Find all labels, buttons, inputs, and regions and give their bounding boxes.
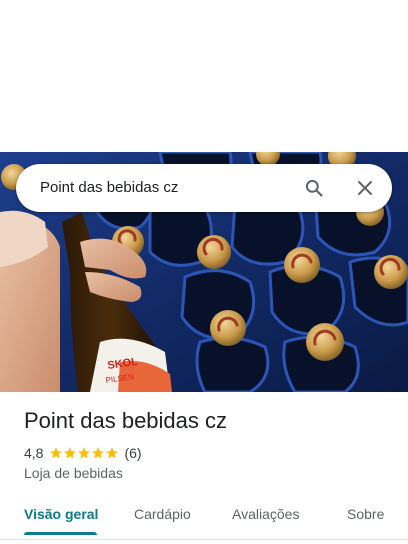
tab-menu[interactable]: Cardápio (134, 496, 191, 532)
tabs-divider (0, 539, 408, 540)
rating-stars (49, 446, 119, 460)
search-input[interactable]: Point das bebidas cz (40, 164, 178, 212)
place-tabs: Visão geral Cardápio Avaliações Sobre (0, 496, 408, 536)
active-tab-indicator (24, 532, 97, 535)
search-icon (305, 179, 323, 197)
review-count[interactable]: (6) (124, 445, 141, 461)
close-icon (358, 181, 372, 195)
star-icon (106, 447, 119, 459)
place-name: Point das bebidas cz (24, 408, 228, 433)
tab-about[interactable]: Sobre (347, 496, 384, 532)
star-icon (64, 447, 77, 459)
rating-value: 4,8 (24, 445, 44, 461)
clear-search-button[interactable] (353, 176, 377, 200)
search-bar[interactable]: Point das bebidas cz (16, 164, 392, 212)
rating-row[interactable]: 4,8 (6) (24, 444, 142, 462)
star-icon (50, 447, 63, 459)
search-button[interactable] (302, 176, 326, 200)
place-category: Loja de bebidas (24, 465, 123, 481)
tab-reviews[interactable]: Avaliações (232, 496, 299, 532)
star-icon (92, 447, 105, 459)
tab-overview[interactable]: Visão geral (24, 496, 98, 532)
star-icon (78, 447, 91, 459)
